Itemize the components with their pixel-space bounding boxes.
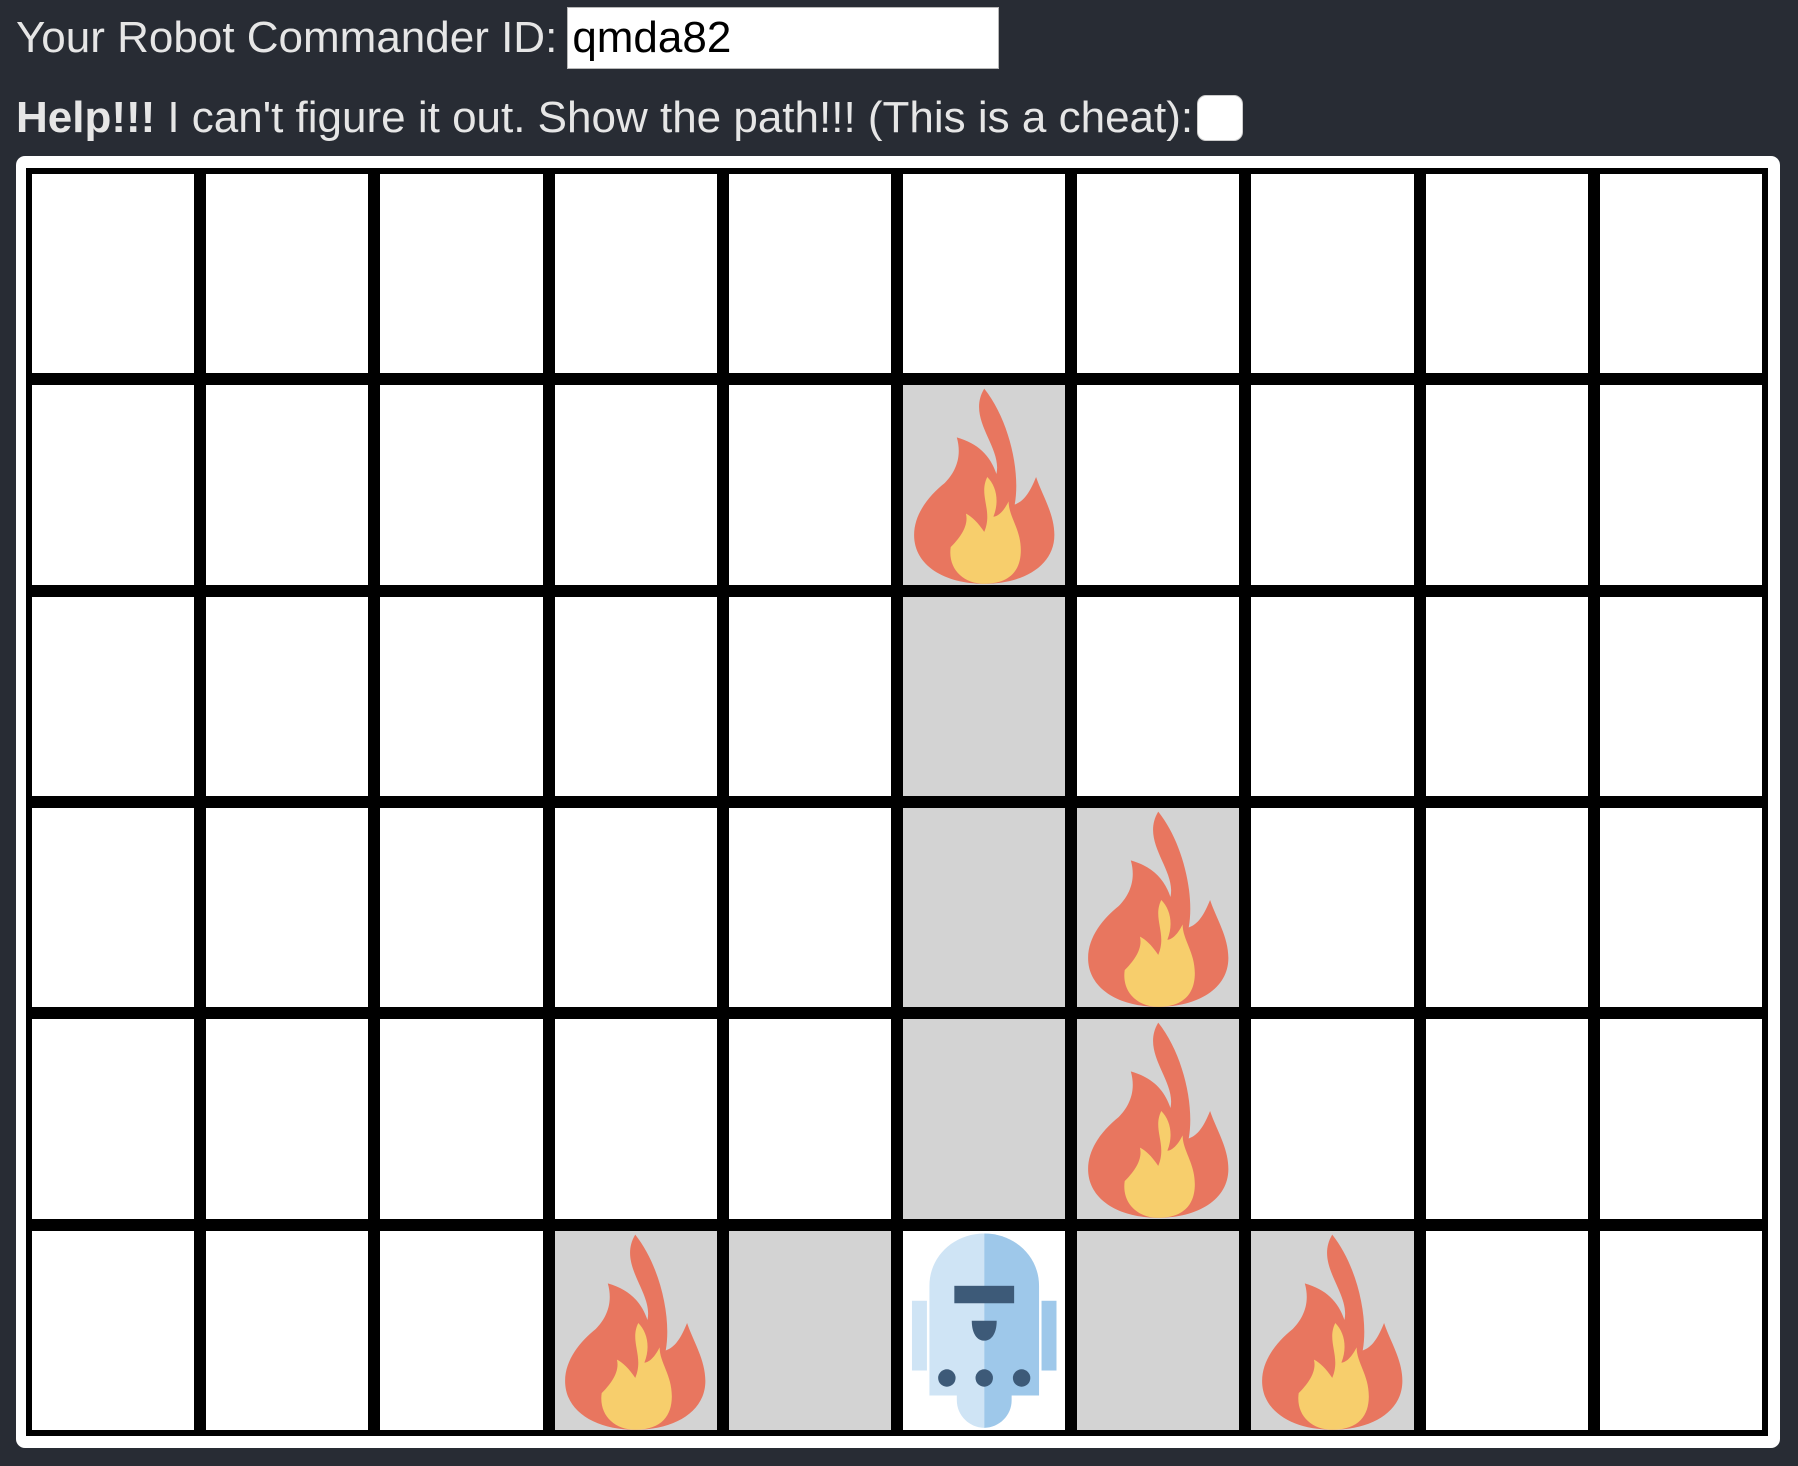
board-cell-r6-c7 (1077, 1230, 1240, 1430)
board-cell-r6-c4 (554, 1230, 717, 1430)
board-cell-r3-c4 (554, 596, 717, 796)
board-cell-r6-c10 (1599, 1230, 1762, 1430)
board-cell-r3-c9 (1425, 596, 1588, 796)
board-cell-r1-c5 (728, 174, 891, 374)
board-cell-r1-c1 (32, 174, 195, 374)
board-cell-r1-c8 (1251, 174, 1414, 374)
board-cell-r6-c1 (32, 1230, 195, 1430)
board-cell-r4-c4 (554, 807, 717, 1008)
robot-icon (911, 1233, 1057, 1428)
board-cell-r2-c3 (380, 385, 543, 585)
board-cell-r6-c3 (380, 1230, 543, 1430)
board-cell-r3-c10 (1599, 596, 1762, 796)
board-cell-r4-c10 (1599, 807, 1762, 1008)
board-cell-r5-c6 (902, 1019, 1066, 1219)
board-cell-r6-c8 (1251, 1230, 1414, 1430)
commander-id-input[interactable] (567, 7, 1000, 69)
board-cell-r1-c6 (902, 174, 1066, 374)
board-cell-r5-c2 (206, 1019, 369, 1219)
board-cell-r4-c2 (206, 807, 369, 1008)
board-cell-r3-c7 (1077, 596, 1240, 796)
help-emphasis: Help!!! (16, 93, 156, 142)
help-row: Help!!! I can't figure it out. Show the … (16, 90, 1244, 146)
commander-id-label: Your Robot Commander ID: (16, 13, 558, 62)
fire-icon (913, 388, 1055, 585)
fire-icon (1088, 1022, 1229, 1219)
board-cell-r4-c7 (1077, 807, 1240, 1008)
board-cell-r6-c2 (206, 1230, 369, 1430)
board-cell-r5-c1 (32, 1019, 195, 1219)
board-cell-r1-c9 (1425, 174, 1588, 374)
board-cell-r5-c7 (1077, 1019, 1240, 1219)
fire-icon (565, 1234, 706, 1430)
board-cell-r4-c1 (32, 807, 195, 1008)
board-cell-r2-c8 (1251, 385, 1414, 585)
board-cell-r2-c1 (32, 385, 195, 585)
show-path-checkbox[interactable] (1197, 95, 1244, 141)
game-board (26, 168, 1768, 1436)
board-cell-r6-c5 (728, 1230, 891, 1430)
board-cell-r1-c3 (380, 174, 543, 374)
board-cell-r6-c6 (902, 1230, 1066, 1430)
board-cell-r2-c5 (728, 385, 891, 585)
board-cell-r2-c7 (1077, 385, 1240, 585)
board-cell-r4-c6 (902, 807, 1066, 1008)
board-cell-r1-c10 (1599, 174, 1762, 374)
fire-icon (1088, 811, 1229, 1007)
board-cell-r6-c9 (1425, 1230, 1588, 1430)
board-cell-r3-c2 (206, 596, 369, 796)
board-cell-r4-c9 (1425, 807, 1588, 1008)
board-cell-r3-c1 (32, 596, 195, 796)
board-cell-r1-c4 (554, 174, 717, 374)
board-cell-r5-c8 (1251, 1019, 1414, 1219)
board-cell-r5-c5 (728, 1019, 891, 1219)
board-cell-r1-c7 (1077, 174, 1240, 374)
board-cell-r2-c2 (206, 385, 369, 585)
board-cell-r3-c8 (1251, 596, 1414, 796)
board-cell-r3-c3 (380, 596, 543, 796)
board-cell-r5-c4 (554, 1019, 717, 1219)
board-cell-r5-c9 (1425, 1019, 1588, 1219)
board-cell-r3-c6 (902, 596, 1066, 796)
board-cell-r4-c3 (380, 807, 543, 1008)
fire-icon (1262, 1234, 1403, 1430)
board-cell-r5-c3 (380, 1019, 543, 1219)
commander-id-row: Your Robot Commander ID: (16, 6, 1000, 70)
board-cell-r2-c10 (1599, 385, 1762, 585)
board-cell-r2-c6 (902, 385, 1066, 585)
board-cell-r3-c5 (728, 596, 891, 796)
board-cell-r4-c5 (728, 807, 891, 1008)
board-frame (16, 156, 1780, 1448)
board-cell-r2-c4 (554, 385, 717, 585)
board-cell-r4-c8 (1251, 807, 1414, 1008)
board-cell-r2-c9 (1425, 385, 1588, 585)
help-text: I can't figure it out. Show the path!!! … (167, 93, 1194, 142)
board-cell-r1-c2 (206, 174, 369, 374)
board-cell-r5-c10 (1599, 1019, 1762, 1219)
